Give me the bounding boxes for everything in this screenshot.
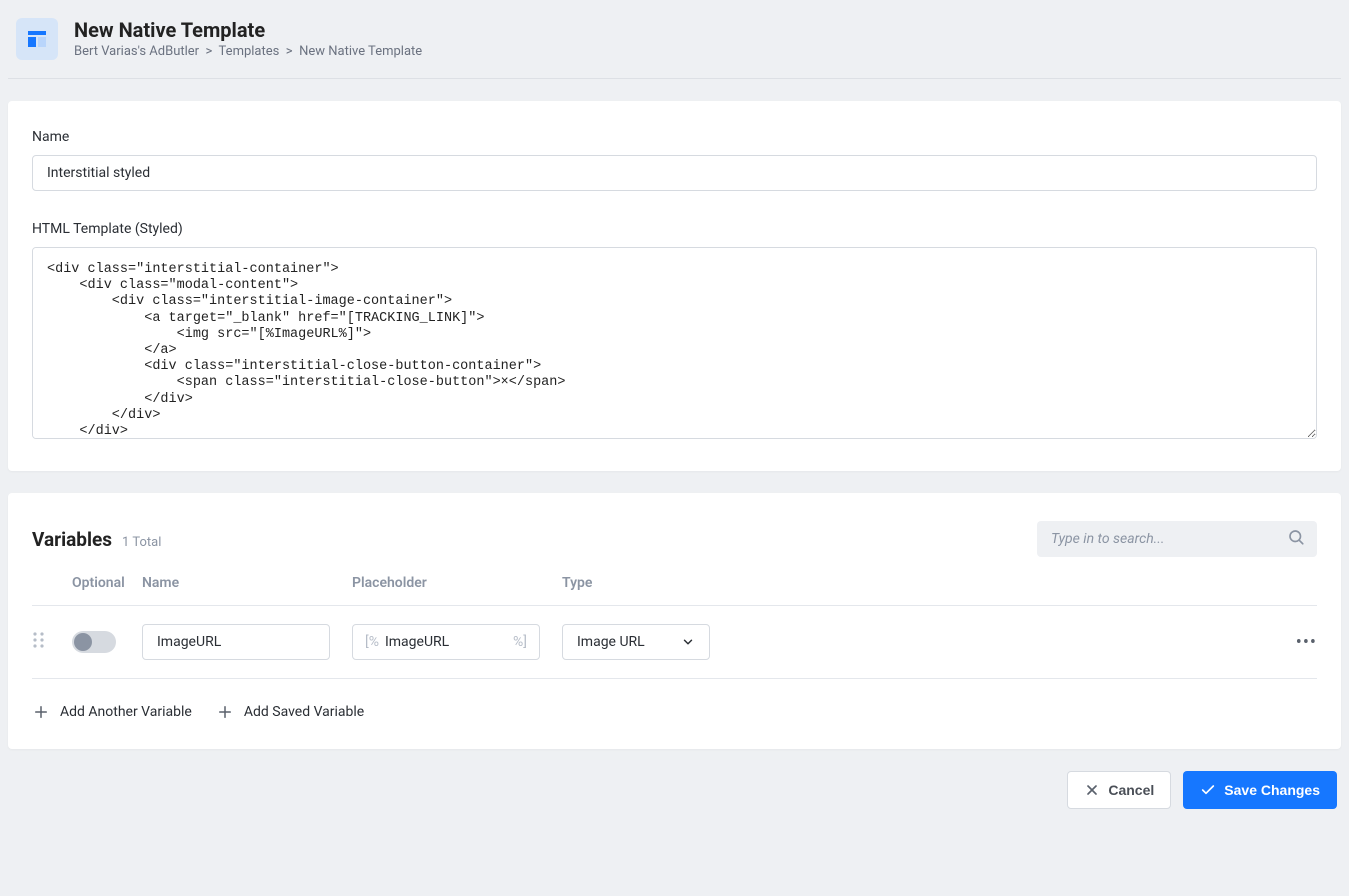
- row-menu-icon[interactable]: •••: [1296, 632, 1317, 653]
- breadcrumb-current: New Native Template: [299, 44, 422, 59]
- col-name: Name: [142, 575, 352, 591]
- check-icon: [1200, 782, 1216, 798]
- variables-card: Variables 1 Total Optional Name Placehol…: [8, 493, 1341, 749]
- variables-count: 1 Total: [122, 535, 161, 550]
- breadcrumb-root[interactable]: Bert Varias's AdButler: [74, 44, 199, 59]
- cancel-label: Cancel: [1108, 782, 1154, 798]
- plus-icon: [32, 703, 50, 721]
- template-form-card: Name HTML Template (Styled) <div class="…: [8, 101, 1341, 471]
- save-label: Save Changes: [1224, 782, 1320, 798]
- variable-row: [% %] Image URL •••: [32, 606, 1317, 679]
- name-label: Name: [32, 129, 1317, 145]
- add-another-label: Add Another Variable: [60, 704, 192, 720]
- add-saved-variable[interactable]: Add Saved Variable: [216, 703, 364, 721]
- variable-placeholder-input[interactable]: [379, 625, 513, 659]
- plus-icon: [216, 703, 234, 721]
- page-header: New Native Template Bert Varias's AdButl…: [8, 8, 1341, 79]
- close-icon: [1084, 782, 1100, 798]
- placeholder-prefix: [%: [365, 634, 379, 650]
- add-saved-label: Add Saved Variable: [244, 704, 364, 720]
- variable-type-value: Image URL: [577, 634, 645, 650]
- template-icon: [16, 18, 58, 60]
- cancel-button[interactable]: Cancel: [1067, 771, 1171, 809]
- chevron-down-icon: [681, 635, 695, 649]
- name-input[interactable]: [32, 155, 1317, 191]
- breadcrumb-templates[interactable]: Templates: [219, 44, 280, 59]
- html-template-textarea[interactable]: <div class="interstitial-container"> <di…: [32, 247, 1317, 439]
- page-title: New Native Template: [74, 18, 422, 42]
- col-type: Type: [562, 575, 722, 591]
- search-icon: [1287, 528, 1305, 550]
- placeholder-suffix: %]: [513, 634, 527, 650]
- html-template-label: HTML Template (Styled): [32, 221, 1317, 237]
- variables-title: Variables: [32, 528, 112, 551]
- variables-search-input[interactable]: [1037, 521, 1317, 557]
- add-another-variable[interactable]: Add Another Variable: [32, 703, 192, 721]
- optional-toggle[interactable]: [72, 631, 116, 653]
- col-placeholder: Placeholder: [352, 575, 562, 591]
- save-button[interactable]: Save Changes: [1183, 771, 1337, 809]
- breadcrumb: Bert Varias's AdButler > Templates > New…: [74, 44, 422, 59]
- variable-placeholder-wrap: [% %]: [352, 624, 540, 660]
- variable-name-input[interactable]: [142, 624, 330, 660]
- drag-handle-icon[interactable]: [32, 631, 46, 649]
- variables-table-header: Optional Name Placeholder Type: [32, 575, 1317, 606]
- variable-type-select[interactable]: Image URL: [562, 624, 710, 660]
- col-optional: Optional: [72, 575, 142, 591]
